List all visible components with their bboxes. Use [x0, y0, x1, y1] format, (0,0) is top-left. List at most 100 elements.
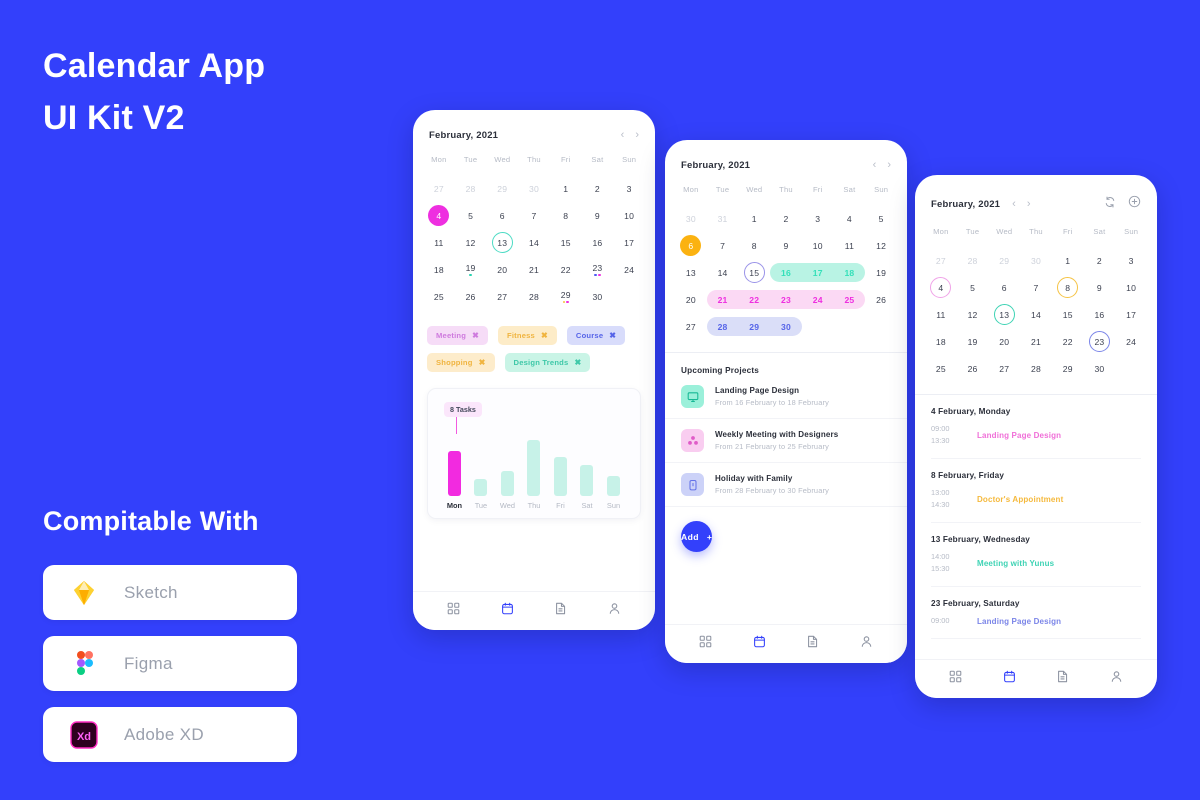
- date-cell[interactable]: 25: [925, 355, 957, 382]
- date-cell[interactable]: 22: [1052, 328, 1084, 355]
- date-cell[interactable]: 28: [957, 247, 989, 274]
- date-cell[interactable]: 13: [486, 229, 518, 256]
- chart-bar[interactable]: [474, 479, 488, 496]
- date-cell[interactable]: 17: [613, 229, 645, 256]
- date-cell[interactable]: 8: [1052, 274, 1084, 301]
- category-tag[interactable]: Shopping ✖: [427, 353, 495, 372]
- chart-bar[interactable]: [607, 476, 620, 496]
- date-cell[interactable]: 28: [707, 313, 739, 340]
- date-cell[interactable]: 10: [1115, 274, 1147, 301]
- date-cell[interactable]: 21: [1020, 328, 1052, 355]
- close-icon[interactable]: ✖: [472, 331, 479, 340]
- nav-item-calendar[interactable]: [1003, 670, 1016, 688]
- date-cell[interactable]: 26: [957, 355, 989, 382]
- date-cell[interactable]: 7: [1020, 274, 1052, 301]
- date-cell[interactable]: 30: [582, 283, 614, 310]
- date-cell[interactable]: 1: [550, 175, 582, 202]
- date-cell[interactable]: 6: [675, 232, 707, 259]
- date-cell[interactable]: 20: [988, 328, 1020, 355]
- agenda-item[interactable]: 13:00 14:30 Doctor's Appointment: [931, 480, 1141, 523]
- date-cell[interactable]: 20: [486, 256, 518, 283]
- date-cell[interactable]: 3: [613, 175, 645, 202]
- date-cell[interactable]: 12: [865, 232, 897, 259]
- nav-item-documents[interactable]: [806, 635, 819, 653]
- date-cell[interactable]: 16: [582, 229, 614, 256]
- nav-item-dashboard[interactable]: [949, 670, 962, 688]
- nav-item-dashboard[interactable]: [699, 635, 712, 653]
- date-cell[interactable]: 21: [707, 286, 739, 313]
- date-cell[interactable]: 7: [707, 232, 739, 259]
- next-month-icon[interactable]: ›: [887, 160, 891, 171]
- date-cell[interactable]: 28: [1020, 355, 1052, 382]
- date-cell[interactable]: 15: [1052, 301, 1084, 328]
- date-cell[interactable]: 30: [675, 205, 707, 232]
- date-cell[interactable]: 11: [834, 232, 866, 259]
- date-cell[interactable]: 21: [518, 256, 550, 283]
- agenda-item[interactable]: 09:00 13:30 Landing Page Design: [931, 416, 1141, 459]
- date-cell[interactable]: 8: [550, 202, 582, 229]
- date-cell[interactable]: 17: [802, 259, 834, 286]
- next-month-icon[interactable]: ›: [635, 130, 639, 141]
- add-button[interactable]: Add +: [681, 521, 713, 552]
- date-cell[interactable]: 23: [1084, 328, 1116, 355]
- date-cell[interactable]: 22: [738, 286, 770, 313]
- date-cell[interactable]: 18: [925, 328, 957, 355]
- plus-circle-icon[interactable]: [1128, 195, 1141, 213]
- close-icon[interactable]: ✖: [541, 331, 548, 340]
- date-cell[interactable]: 16: [1084, 301, 1116, 328]
- prev-month-icon[interactable]: ‹: [873, 160, 877, 171]
- date-cell[interactable]: 12: [455, 229, 487, 256]
- category-tag[interactable]: Design Trends ✖: [504, 353, 591, 372]
- date-cell[interactable]: 6: [988, 274, 1020, 301]
- date-cell[interactable]: 19: [957, 328, 989, 355]
- date-cell[interactable]: 24: [802, 286, 834, 313]
- date-cell[interactable]: 11: [423, 229, 455, 256]
- date-cell[interactable]: 17: [1115, 301, 1147, 328]
- nav-item-documents[interactable]: [1056, 670, 1069, 688]
- date-cell[interactable]: 8: [738, 232, 770, 259]
- prev-month-icon[interactable]: ‹: [1012, 198, 1016, 210]
- date-cell[interactable]: 18: [834, 259, 866, 286]
- category-tag[interactable]: Fitness ✖: [498, 326, 557, 345]
- prev-month-icon[interactable]: ‹: [621, 130, 625, 141]
- date-cell[interactable]: 6: [486, 202, 518, 229]
- compat-card-figma[interactable]: Figma: [43, 636, 297, 691]
- date-cell[interactable]: 30: [1020, 247, 1052, 274]
- date-cell[interactable]: 1: [1052, 247, 1084, 274]
- date-cell[interactable]: 2: [770, 205, 802, 232]
- category-tag[interactable]: Meeting ✖: [427, 326, 488, 345]
- date-cell[interactable]: 28: [455, 175, 487, 202]
- date-cell[interactable]: 19: [865, 259, 897, 286]
- date-cell[interactable]: 25: [834, 286, 866, 313]
- nav-item-calendar[interactable]: [753, 635, 766, 653]
- chart-bar[interactable]: [553, 457, 567, 496]
- date-cell[interactable]: 20: [675, 286, 707, 313]
- date-cell[interactable]: 14: [1020, 301, 1052, 328]
- date-cell[interactable]: 15: [550, 229, 582, 256]
- date-cell[interactable]: 4: [925, 274, 957, 301]
- date-cell[interactable]: 24: [1115, 328, 1147, 355]
- date-cell[interactable]: 29: [1052, 355, 1084, 382]
- date-cell[interactable]: 4: [423, 202, 455, 229]
- date-cell[interactable]: 2: [582, 175, 614, 202]
- date-cell[interactable]: 9: [1084, 274, 1116, 301]
- date-cell[interactable]: 15: [738, 259, 770, 286]
- date-cell[interactable]: 23: [770, 286, 802, 313]
- date-cell[interactable]: 3: [802, 205, 834, 232]
- date-cell[interactable]: 27: [423, 175, 455, 202]
- date-cell[interactable]: 13: [988, 301, 1020, 328]
- date-cell[interactable]: 27: [988, 355, 1020, 382]
- date-cell[interactable]: 29: [550, 283, 582, 310]
- project-list-item[interactable]: Holiday with Family From 28 February to 3…: [665, 463, 907, 507]
- date-cell[interactable]: 31: [707, 205, 739, 232]
- date-cell[interactable]: 9: [770, 232, 802, 259]
- nav-item-profile[interactable]: [1110, 670, 1123, 688]
- date-cell[interactable]: 10: [613, 202, 645, 229]
- date-cell[interactable]: 7: [518, 202, 550, 229]
- compat-card-sketch[interactable]: Sketch: [43, 565, 297, 620]
- next-month-icon[interactable]: ›: [1027, 198, 1031, 210]
- chart-bar[interactable]: [447, 451, 461, 496]
- date-cell[interactable]: 30: [518, 175, 550, 202]
- date-cell[interactable]: 9: [582, 202, 614, 229]
- close-icon[interactable]: ✖: [609, 331, 616, 340]
